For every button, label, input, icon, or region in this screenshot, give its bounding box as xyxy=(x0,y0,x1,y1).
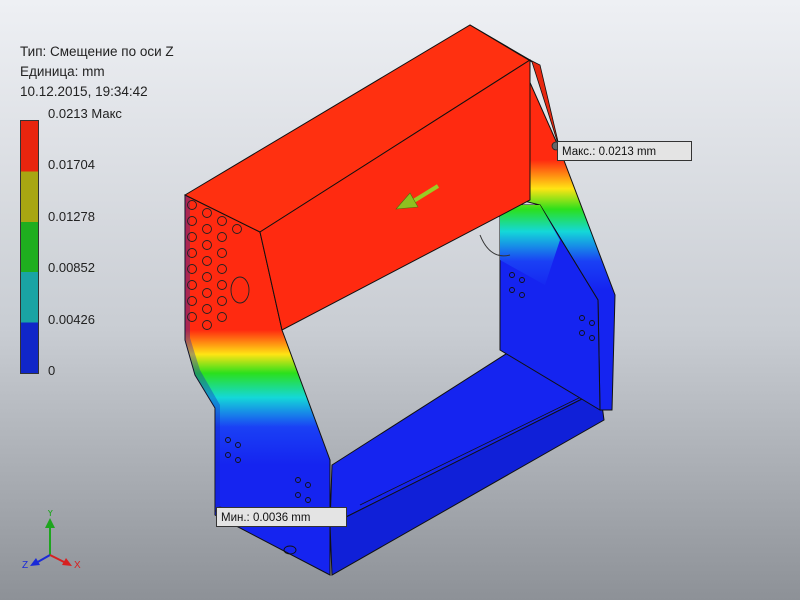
deformed-part-model[interactable] xyxy=(0,0,800,600)
result-viewport[interactable]: Тип: Смещение по оси Z Единица: mm 10.12… xyxy=(0,0,800,600)
max-value-callout[interactable]: Макс.: 0.0213 mm xyxy=(557,141,692,161)
x-axis-label: X xyxy=(74,560,81,571)
min-value-callout[interactable]: Мин.: 0.0036 mm xyxy=(216,507,347,527)
axis-triad-icon[interactable]: Y Z X xyxy=(14,510,94,575)
y-axis-label: Y xyxy=(47,510,54,519)
z-axis-label: Z xyxy=(22,560,28,571)
